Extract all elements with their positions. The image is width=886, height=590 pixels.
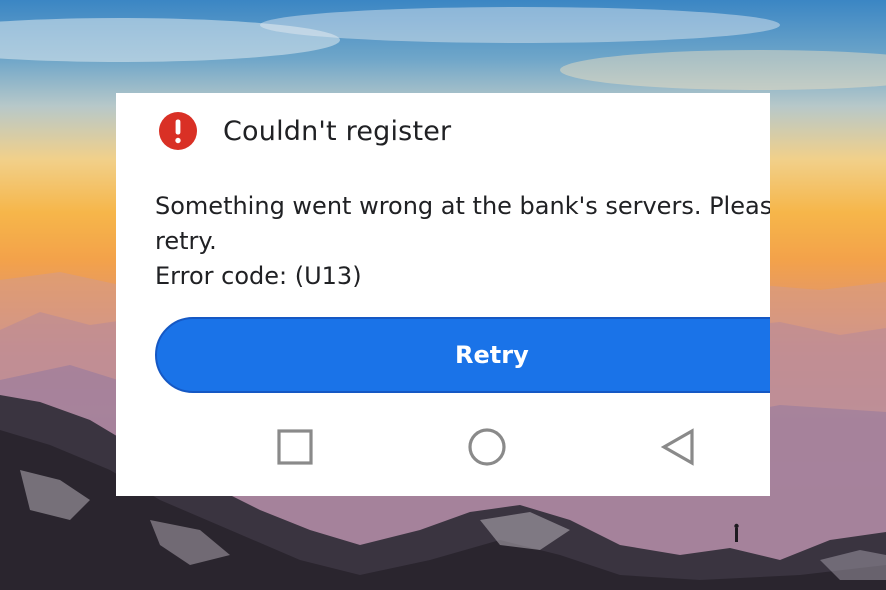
back-button[interactable] [656, 423, 700, 475]
error-dialog: Couldn't register Something went wrong a… [116, 93, 770, 496]
recents-button[interactable] [273, 423, 317, 475]
retry-button-label: Retry [455, 341, 529, 369]
message-line-2: retry. [155, 227, 217, 255]
retry-button[interactable]: Retry [155, 317, 770, 393]
dialog-header: Couldn't register [158, 111, 451, 151]
error-exclamation-icon [158, 111, 198, 151]
home-button[interactable] [465, 423, 509, 475]
dialog-message: Something went wrong at the bank's serve… [155, 189, 770, 294]
triangle-back-icon [660, 428, 696, 470]
error-code-text: Error code: (U13) [155, 262, 362, 290]
message-line-1: Something went wrong at the bank's serve… [155, 192, 770, 220]
square-icon [277, 429, 313, 469]
android-navigation-bar [116, 423, 770, 475]
circle-icon [467, 427, 507, 471]
wallpaper-background: Couldn't register Something went wrong a… [0, 0, 886, 590]
dialog-title: Couldn't register [223, 115, 452, 147]
